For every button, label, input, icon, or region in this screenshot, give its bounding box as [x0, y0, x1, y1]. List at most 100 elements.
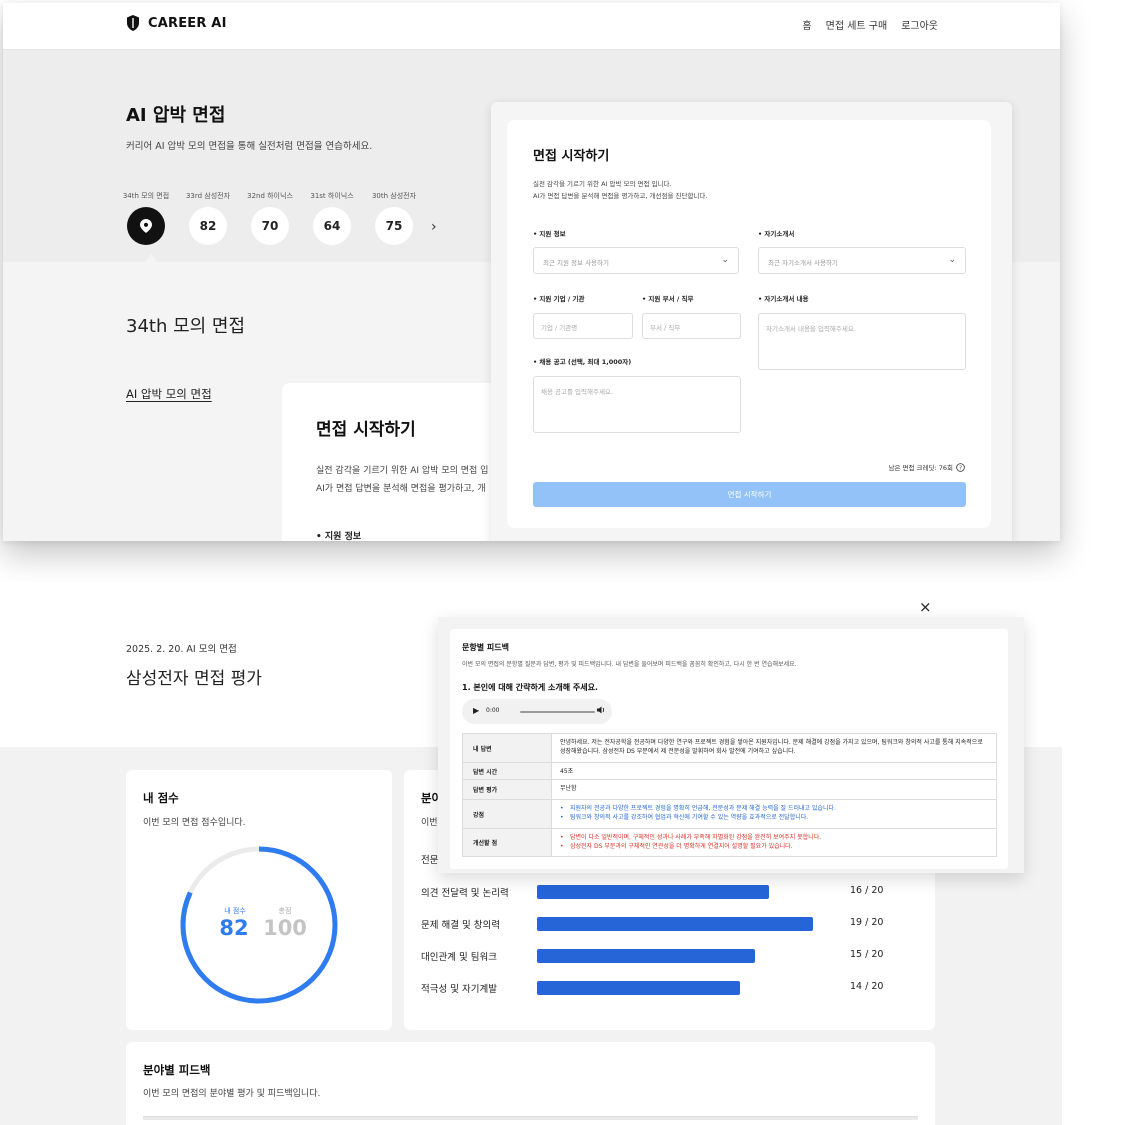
category-score: 15 / 20: [850, 949, 884, 960]
history-label: 32nd 하이닉스: [247, 192, 293, 200]
category-label: 전문: [421, 855, 439, 866]
card-desc-line: AI가 면접 답변을 분석해 면접을 평가하고, 개: [316, 484, 486, 494]
my-score-card: 내 점수 이번 모의 면접 점수입니다. 내 점수 82 총점 100: [126, 770, 392, 1030]
category-label: 대인관계 및 팀워크: [421, 952, 497, 963]
support-info-select[interactable]: 최근 지원 정보 사용하기 ⌄: [533, 247, 739, 274]
history-label: 31st 하이닉스: [310, 192, 354, 200]
start-interview-modal: 면접 시작하기 실전 감각을 기르기 위한 AI 압박 모의 면접 입니다. A…: [491, 102, 1012, 541]
table-row: 답변 시간 45초: [462, 762, 997, 779]
category-score: 14 / 20: [850, 981, 884, 992]
table-row: 내 답변 안녕하세요. 저는 전자공학을 전공하며 다양한 연구와 프로젝트 경…: [462, 733, 997, 762]
result-date: 2025. 2. 20. AI 모의 면접: [126, 644, 237, 655]
history-item-current[interactable]: 34th 모의 면접: [123, 191, 169, 245]
row-header: 답변 평가: [463, 780, 552, 799]
history-score: 70: [251, 207, 289, 245]
my-score-value: 82: [219, 916, 249, 940]
strength-item: 팀워크와 창의적 사고를 강조하여 협업과 혁신에 기여할 수 있는 역량을 효…: [560, 813, 988, 823]
card-desc-line: 실전 감각을 기르기 위한 AI 압박 모의 면접 입: [316, 466, 489, 476]
category-label: 문제 해결 및 창의력: [421, 920, 500, 931]
chevron-down-icon: ⌄: [721, 255, 729, 265]
category-score: 19 / 20: [850, 917, 884, 928]
job-posting-textarea[interactable]: 채용 공고를 입력해주세요.: [533, 376, 741, 433]
form-desc: AI가 면접 답변을 분석해 면접을 평가하고, 개선점을 진단합니다.: [533, 192, 708, 200]
help-icon[interactable]: ?: [956, 462, 965, 472]
cover-letter-label: • 자기소개서: [758, 230, 795, 238]
question-text: 1. 본인에 대해 간략하게 소개해 주세요.: [462, 683, 598, 692]
page-subtitle: 커리어 AI 압박 모의 면접을 통해 실전처럼 면접을 연습하세요.: [126, 141, 373, 152]
category-bar-track: [537, 885, 827, 899]
feedback-table: 내 답변 안녕하세요. 저는 전자공학을 전공하며 다양한 연구와 프로젝트 경…: [462, 733, 997, 857]
feedback-table: [143, 1116, 918, 1120]
play-icon[interactable]: ▶: [473, 706, 479, 715]
job-posting-label: • 채용 공고 (선택, 최대 1,000자): [533, 358, 632, 366]
start-interview-form: 면접 시작하기 실전 감각을 기르기 위한 AI 압박 모의 면접 입니다. A…: [507, 120, 991, 528]
table-row: 개선할 점 답변이 다소 일반적이며, 구체적인 성과나 사례가 부족해 차별화…: [462, 828, 997, 857]
category-bar-track: [537, 917, 827, 931]
audio-player: ▶ 0:00: [462, 699, 612, 724]
logo[interactable]: CAREER AI: [126, 15, 227, 31]
session-type-link[interactable]: AI 압박 모의 면접: [126, 386, 212, 402]
volume-icon[interactable]: [596, 705, 606, 715]
history-circle: [127, 207, 165, 245]
strengths-list: 지원자의 전공과 다양한 프로젝트 경험을 명확히 언급해, 전문성과 문제 해…: [552, 800, 996, 828]
history-score: 64: [313, 207, 351, 245]
category-bar-track: [537, 981, 827, 995]
history-score: 82: [189, 207, 227, 245]
cover-content-textarea[interactable]: 자기소개서 내용을 입력해주세요.: [758, 313, 966, 370]
total-score-label: 총점: [278, 907, 292, 915]
brand-name: CAREER AI: [148, 15, 227, 31]
row-header: 개선할 점: [463, 829, 552, 856]
history-label: 30th 삼성전자: [371, 192, 417, 200]
credit-text: 남은 면접 크레딧: 76회: [888, 464, 954, 472]
modal-desc: 이번 모의 면접의 문항별 질문과 답변, 평가 및 피드백입니다. 내 답변을…: [462, 661, 797, 668]
total-score-value: 100: [263, 916, 307, 940]
history-item[interactable]: 30th 삼성전자 75: [371, 191, 417, 245]
svg-text:?: ?: [959, 465, 962, 471]
category-bar-fill: [537, 981, 740, 995]
credit-info: 남은 면접 크레딧: 76회 ?: [889, 462, 966, 472]
row-header: 내 답변: [463, 734, 552, 762]
history-item[interactable]: 31st 하이닉스 64: [310, 191, 354, 245]
department-input[interactable]: 부서 / 직무: [642, 313, 741, 339]
category-feedback-card: 분야별 피드백 이번 모의 면접의 분야별 평가 및 피드백입니다.: [126, 1042, 935, 1125]
start-interview-button[interactable]: 면접 시작하기: [533, 482, 966, 507]
chevron-right-icon[interactable]: ›: [431, 219, 437, 235]
department-label: • 지원 부서 / 직무: [642, 295, 694, 303]
support-info-label: • 지원 정보: [533, 230, 566, 238]
audio-progress-slider[interactable]: [520, 711, 595, 713]
category-row: 의견 전달력 및 논리력 16 / 20: [421, 884, 921, 900]
category-row: 문제 해결 및 창의력 19 / 20: [421, 916, 921, 932]
category-row: 대인관계 및 팀워크 15 / 20: [421, 948, 921, 964]
company-input[interactable]: 기업 / 기관명: [533, 313, 633, 339]
card-section-label: • 지원 정보: [316, 532, 362, 541]
modal-title: 문항별 피드백: [462, 643, 509, 652]
nav-buy-sets[interactable]: 면접 세트 구매: [826, 17, 888, 32]
shield-logo-icon: [127, 15, 139, 31]
my-score-label: 내 점수: [224, 907, 246, 915]
answer-text: 안녕하세요. 저는 전자공학을 전공하며 다양한 연구와 프로젝트 경험을 쌓아…: [560, 739, 983, 756]
close-icon[interactable]: ×: [919, 598, 932, 616]
answer-evaluation: 무난함: [560, 785, 577, 792]
cover-content-label: • 자기소개서 내용: [758, 295, 809, 303]
history-item[interactable]: 33rd 삼성전자 82: [186, 191, 230, 245]
chevron-down-icon: ⌄: [948, 255, 956, 265]
category-bar-track: [537, 949, 827, 963]
row-header: 답변 시간: [463, 763, 552, 779]
nav-logout[interactable]: 로그아웃: [901, 17, 938, 32]
category-label: 의견 전달력 및 논리력: [421, 888, 509, 899]
nav-home[interactable]: 홈: [802, 17, 811, 32]
history-score: 75: [375, 207, 413, 245]
card-subtitle: 이번 모의 면접의 분야별 평가 및 피드백입니다.: [143, 1089, 321, 1099]
category-row: 적극성 및 자기계발 14 / 20: [421, 980, 921, 996]
cover-letter-select[interactable]: 최근 자기소개서 사용하기 ⌄: [758, 247, 966, 274]
select-value: 최근 자기소개서 사용하기: [768, 259, 838, 267]
start-interview-screenshot: CAREER AI 홈 면접 세트 구매 로그아웃 AI 압박 면접 커리어 A…: [3, 3, 1060, 541]
improvement-item: 삼성전자 DS 부문과의 구체적인 연관성을 더 명확하게 연결지어 설명할 필…: [560, 842, 988, 852]
strength-item: 지원자의 전공과 다양한 프로젝트 경험을 명확히 언급해, 전문성과 문제 해…: [560, 804, 988, 814]
form-desc: 실전 감각을 기르기 위한 AI 압박 모의 면접 입니다.: [533, 180, 672, 188]
history-item[interactable]: 32nd 하이닉스 70: [247, 191, 293, 245]
category-score: 16 / 20: [850, 885, 884, 896]
category-bar-fill: [537, 949, 755, 963]
select-value: 최근 지원 정보 사용하기: [543, 259, 609, 267]
table-row: 답변 평가 무난함: [462, 779, 997, 799]
